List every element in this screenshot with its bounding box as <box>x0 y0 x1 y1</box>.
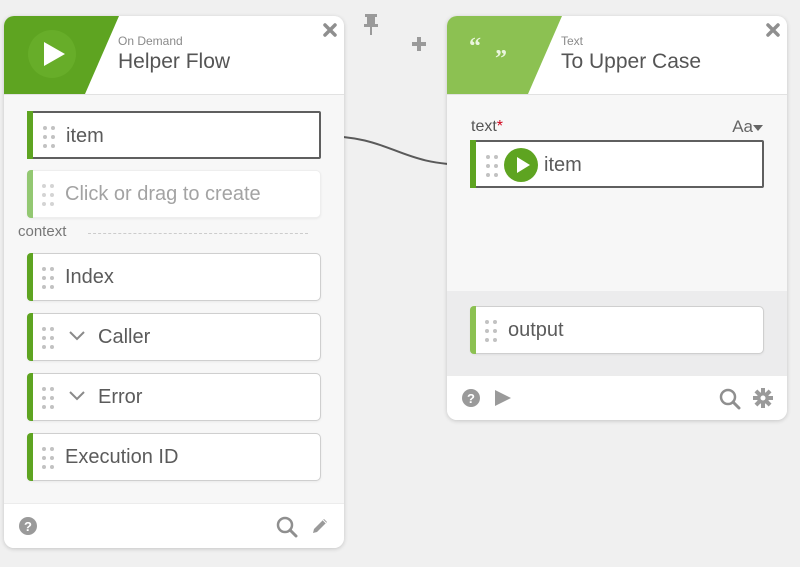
quote-icon: “ <box>469 34 481 60</box>
plus-icon[interactable] <box>411 36 427 57</box>
pin-icon[interactable] <box>362 12 380 43</box>
slot-label: output <box>508 319 564 341</box>
drag-handle-icon <box>42 184 54 206</box>
card-subtitle: On Demand <box>118 34 183 48</box>
gear-icon[interactable] <box>753 388 773 408</box>
format-dropdown[interactable]: Aa <box>732 117 763 137</box>
caret-down-icon <box>753 125 763 131</box>
context-item-execution-id[interactable]: Execution ID <box>27 433 321 481</box>
action-band: “ ” <box>447 16 562 94</box>
input-value: item <box>544 154 582 176</box>
card-subtitle: Text <box>561 34 584 48</box>
context-item-index[interactable]: Index <box>27 253 321 301</box>
chevron-down-icon[interactable] <box>68 330 86 342</box>
input-slot-text[interactable]: item <box>470 140 764 188</box>
svg-text:?: ? <box>24 519 32 534</box>
output-slot-item[interactable]: item <box>27 111 321 159</box>
output-area: output <box>447 291 787 379</box>
chevron-down-icon[interactable] <box>68 390 86 402</box>
drag-handle-icon[interactable] <box>484 319 498 343</box>
drag-handle-icon[interactable] <box>485 154 499 178</box>
run-icon[interactable] <box>493 388 513 408</box>
card-footer: ? <box>447 375 787 420</box>
pencil-icon[interactable] <box>310 516 330 536</box>
card-header: On Demand Helper Flow <box>4 16 344 95</box>
context-item-caller[interactable]: Caller <box>27 313 321 361</box>
card-title: Helper Flow <box>118 50 231 73</box>
slot-label: Error <box>98 386 143 408</box>
close-icon[interactable] <box>765 22 781 38</box>
trigger-band <box>4 16 119 94</box>
slot-label: item <box>66 125 104 147</box>
card-header: “ ” Text To Upper Case <box>447 16 787 95</box>
help-icon[interactable]: ? <box>18 516 38 536</box>
drag-handle-icon[interactable] <box>41 326 55 350</box>
create-slot-placeholder[interactable]: Click or drag to create <box>27 170 321 218</box>
context-item-error[interactable]: Error <box>27 373 321 421</box>
input-label-text: text* <box>471 118 504 135</box>
helper-flow-card[interactable]: On Demand Helper Flow item Click or drag… <box>4 16 344 548</box>
output-slot[interactable]: output <box>470 306 764 354</box>
to-upper-case-card[interactable]: “ ” Text To Upper Case text* Aa item out… <box>447 16 787 420</box>
search-icon[interactable] <box>276 516 298 538</box>
drag-handle-icon[interactable] <box>42 125 56 149</box>
card-title: To Upper Case <box>561 50 702 73</box>
context-label: context <box>18 223 67 240</box>
close-icon[interactable] <box>322 22 338 38</box>
drag-handle-icon[interactable] <box>41 386 55 410</box>
slot-label: Index <box>65 266 114 288</box>
context-divider <box>88 233 308 234</box>
svg-text:?: ? <box>467 391 475 406</box>
card-footer: ? <box>4 503 344 548</box>
placeholder-text: Click or drag to create <box>65 183 261 205</box>
slot-label: Execution ID <box>65 446 179 468</box>
play-icon <box>504 148 538 182</box>
search-icon[interactable] <box>719 388 741 410</box>
drag-handle-icon[interactable] <box>41 266 55 290</box>
required-mark: * <box>496 118 504 135</box>
help-icon[interactable]: ? <box>461 388 481 408</box>
svg-text:”: ” <box>495 46 507 72</box>
slot-label: Caller <box>98 326 151 348</box>
drag-handle-icon[interactable] <box>41 446 55 470</box>
